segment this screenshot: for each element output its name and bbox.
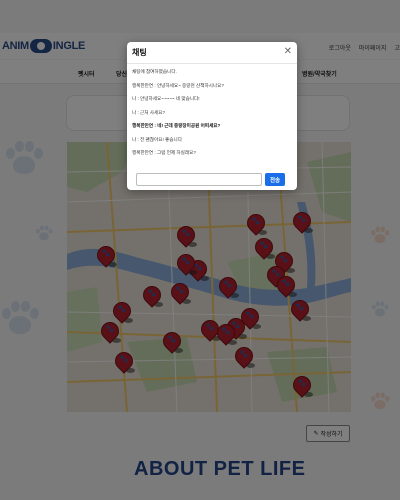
chat-message-list: 채팅에 참여하였습니다. 행복한만연 : 안녕하세요~ 중랑천 산책하시나요? 나 … (132, 69, 292, 164)
chat-modal-title: 채팅 (132, 48, 147, 57)
chat-message: 행복한만연 : 안녕하세요~ 중랑천 산책하시나요? (132, 82, 224, 88)
chat-message: 나 : 전 괜찮아요! 좋습니다 (132, 136, 182, 142)
chat-message: 나 : 안녕하세요~~~~~ 네 맞습니다! (132, 96, 200, 101)
chat-modal: 채팅 ✕ 채팅에 참여하였습니다. 행복한만연 : 안녕하세요~ 중랑천 산책하시… (127, 42, 297, 190)
close-icon[interactable]: ✕ (284, 46, 292, 58)
chat-message: 채팅에 참여하였습니다. (132, 69, 177, 74)
send-button[interactable]: 전송 (265, 173, 285, 186)
chat-message: 행복한만연 : 그럼 언제 하실래요? (132, 150, 196, 155)
chat-modal-header: 채팅 ✕ (127, 42, 297, 64)
chat-message: 행복한만연 : 네! 근데 중랑장미공원 어떠세요? (132, 123, 221, 128)
chat-message-input[interactable] (136, 173, 262, 186)
chat-message: 나 : 근처 사세요? (132, 109, 166, 115)
